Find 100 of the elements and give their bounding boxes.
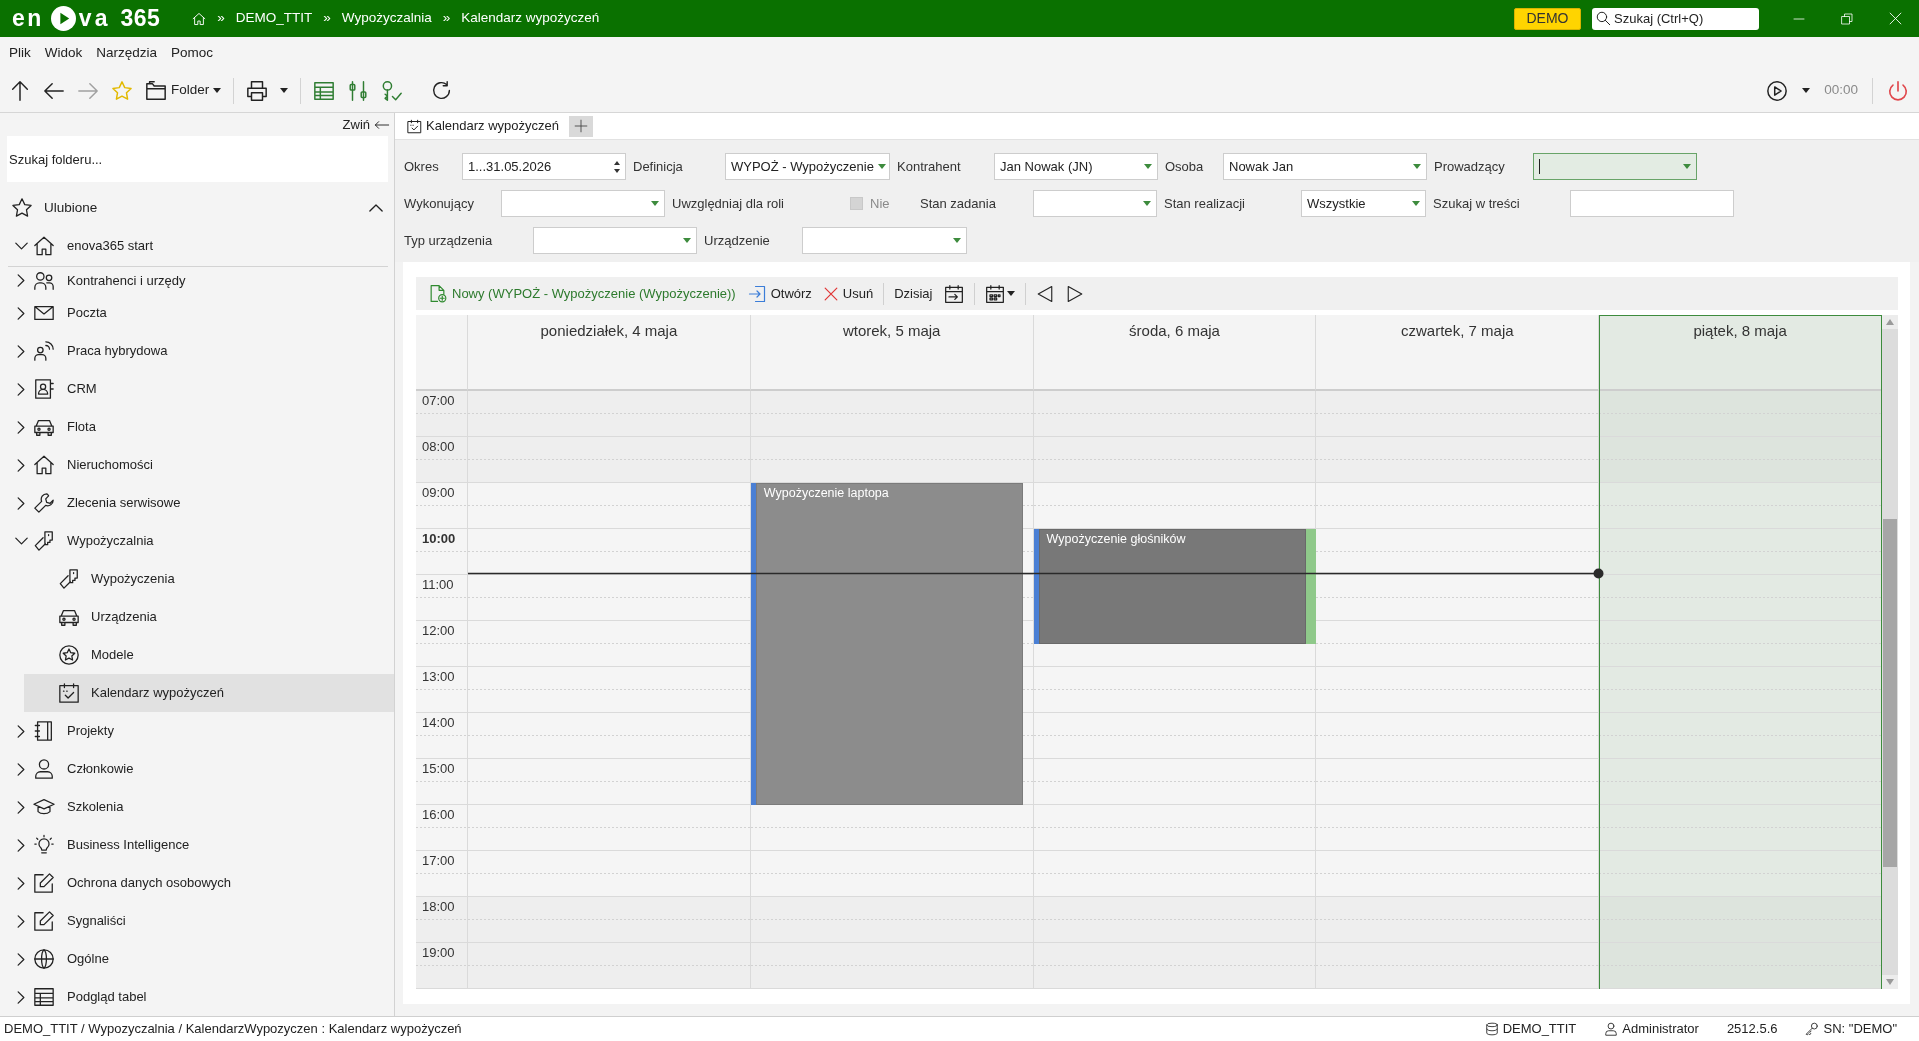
chevron-right-icon[interactable]	[17, 344, 25, 358]
breadcrumb-link[interactable]: DEMO_TTIT	[235, 10, 313, 27]
hour-label: 13:00	[422, 669, 455, 684]
dropdown-caret-icon	[1144, 164, 1152, 169]
chevron-right-icon[interactable]	[17, 990, 25, 1004]
menu-item[interactable]: Plik	[9, 44, 31, 62]
tree-item[interactable]: Business Intelligence	[0, 826, 394, 864]
tree-item[interactable]: Poczta	[0, 294, 394, 332]
sliders-icon[interactable]	[347, 79, 370, 102]
chevron-right-icon[interactable]	[17, 952, 25, 966]
chevron-right-icon[interactable]	[17, 274, 25, 287]
tree-item[interactable]: Ogólne	[0, 940, 394, 978]
calendar-arrow-icon[interactable]	[944, 283, 965, 304]
dropdown-field[interactable]: Jan Nowak (JN)	[994, 153, 1158, 180]
tree-item[interactable]: enova365 start	[0, 227, 394, 265]
dropdown-field[interactable]	[802, 227, 967, 254]
tree-item[interactable]: Modele	[24, 636, 394, 674]
chevron-right-icon[interactable]	[17, 382, 25, 396]
chevron-down-icon[interactable]	[14, 242, 28, 250]
chevron-right-icon[interactable]	[17, 306, 25, 320]
chevron-right-icon[interactable]	[17, 420, 25, 434]
tree-item[interactable]: CRM	[0, 370, 394, 408]
chevron-right-icon[interactable]	[17, 496, 25, 510]
chevron-right-icon[interactable]	[17, 838, 25, 852]
breadcrumb-link[interactable]: Kalendarz wypożyczeń	[461, 10, 600, 27]
tree-item[interactable]: Praca hybrydowa	[0, 332, 394, 370]
dropdown-field[interactable]: Nowak Jan	[1223, 153, 1427, 180]
dropdown-field[interactable]	[501, 190, 665, 217]
day-header: wtorek, 5 maja	[750, 315, 1034, 347]
play-circle-icon[interactable]	[1766, 79, 1789, 102]
chevron-right-icon[interactable]	[17, 914, 25, 928]
folder-button[interactable]: Folder	[145, 79, 222, 102]
star-icon[interactable]	[111, 79, 133, 102]
chevron-right-icon[interactable]	[17, 800, 25, 814]
menu-item[interactable]: Widok	[44, 44, 83, 62]
close-icon[interactable]	[1888, 12, 1902, 25]
chevron-right-icon[interactable]	[17, 876, 25, 890]
tree-item[interactable]: Zlecenia serwisowe	[0, 484, 394, 522]
menu-item[interactable]: Narzędzia	[96, 44, 158, 62]
refresh-icon[interactable]	[431, 80, 453, 101]
tree-item[interactable]: Podgląd tabel	[0, 978, 394, 1016]
table-icon[interactable]	[313, 79, 336, 102]
search-field[interactable]: Szukaj (Ctrl+Q)	[1592, 7, 1759, 30]
dropdown-caret-icon[interactable]	[280, 88, 289, 93]
dropdown-field[interactable]: WYPOŻ - Wypożyczenie	[725, 153, 890, 180]
printer-icon[interactable]	[246, 79, 269, 102]
person-icon	[33, 758, 55, 780]
lightbulb-icon	[33, 834, 55, 856]
tree-item[interactable]: Nieruchomości	[0, 446, 394, 484]
add-tab-button[interactable]	[568, 115, 593, 137]
notebook-icon	[33, 720, 55, 742]
home-icon[interactable]	[192, 11, 207, 26]
dropdown-field[interactable]	[533, 227, 697, 254]
chevron-right-icon[interactable]	[17, 724, 25, 738]
tree-item[interactable]: Ochrona danych osobowych	[0, 864, 394, 902]
dropdown-caret-icon[interactable]	[1007, 291, 1016, 296]
tree-item[interactable]: Kalendarz wypożyczeń	[24, 674, 394, 712]
tree-item[interactable]: Wypożyczenia	[24, 560, 394, 598]
menu-item[interactable]: Pomoc	[171, 44, 214, 62]
tree-item[interactable]: Projekty	[0, 712, 394, 750]
person-wifi-icon	[33, 340, 55, 362]
spin-field[interactable]: 1...31.05.2026	[462, 153, 626, 180]
tree-item[interactable]: Sygnaliści	[0, 902, 394, 940]
dropdown-field[interactable]	[1033, 190, 1157, 217]
dropdown-caret-icon[interactable]	[1802, 88, 1811, 93]
toolbar-button[interactable]: Dzisiaj	[888, 277, 939, 310]
up-arrow-icon[interactable]	[9, 79, 31, 102]
scrollbar-thumb[interactable]	[1883, 519, 1897, 867]
tree-item[interactable]: Flota	[0, 408, 394, 446]
next-triangle-icon[interactable]	[1066, 284, 1085, 303]
tree-item[interactable]: Szkolenia	[0, 788, 394, 826]
dropdown-field[interactable]: Wszystkie	[1301, 190, 1426, 217]
chevron-up-icon[interactable]	[369, 204, 383, 212]
calendar-event[interactable]: Wypożyczenie głośników	[1033, 529, 1317, 644]
collapse-button[interactable]: Zwiń	[342, 116, 390, 133]
user-name: Administrator	[1622, 1021, 1699, 1037]
power-icon[interactable]	[1887, 79, 1909, 102]
chevron-right-icon[interactable]	[17, 458, 25, 472]
toolbar-button[interactable]: Usuń	[817, 277, 880, 310]
previous-triangle-icon[interactable]	[1036, 284, 1055, 303]
input-field[interactable]	[1570, 190, 1734, 217]
text-cursor-icon	[1539, 159, 1540, 174]
tree-item[interactable]: Kontrahenci i urzędy	[0, 267, 394, 294]
tree-item[interactable]: Wypożyczalnia	[0, 522, 394, 560]
key-check-icon[interactable]	[381, 79, 404, 102]
toolbar-button[interactable]: Nowy (WYPOŻ - Wypożyczenie (Wypożyczenie))	[422, 277, 742, 310]
restore-icon[interactable]	[1841, 12, 1853, 25]
tree-item[interactable]: Członkowie	[0, 750, 394, 788]
tree-item[interactable]: Urządzenia	[24, 598, 394, 636]
breadcrumb-link[interactable]: Wypożyczalnia	[341, 10, 432, 27]
calendar-grid-icon[interactable]	[985, 283, 1006, 304]
favorites-header[interactable]: Ulubione	[44, 199, 98, 217]
serial-number: SN: "DEMO"	[1823, 1021, 1897, 1037]
dropdown-field[interactable]	[1533, 153, 1697, 180]
chevron-right-icon[interactable]	[17, 762, 25, 776]
hour-label: 11:00	[422, 577, 454, 592]
toolbar-button[interactable]: Otwórz	[741, 277, 818, 310]
chevron-down-icon[interactable]	[14, 537, 28, 545]
folder-search-field[interactable]: Szukaj folderu...	[7, 136, 388, 182]
folder-icon	[145, 79, 167, 102]
